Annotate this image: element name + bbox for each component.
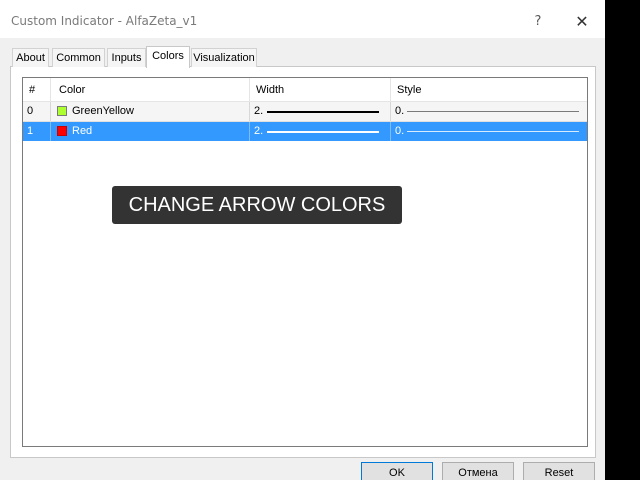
colors-table: # Color Width Style 0 GreenYellow 2. 0. …: [22, 77, 588, 447]
width-value[interactable]: 2.: [254, 122, 263, 141]
custom-indicator-dialog: Custom Indicator - AlfaZeta_v1 ? ✕ About…: [0, 0, 605, 480]
cell-divider: [249, 102, 250, 121]
cancel-button[interactable]: Отмена: [442, 462, 514, 480]
change-arrow-colors-banner: CHANGE ARROW COLORS: [112, 186, 402, 224]
style-value[interactable]: 0.: [395, 102, 404, 121]
style-value[interactable]: 0.: [395, 122, 404, 141]
width-value[interactable]: 2.: [254, 102, 263, 121]
tab-common[interactable]: Common: [52, 48, 105, 67]
tab-colors[interactable]: Colors: [146, 46, 190, 68]
reset-button[interactable]: Reset: [523, 462, 595, 480]
table-row[interactable]: 0 GreenYellow 2. 0.: [23, 102, 587, 122]
cell-divider: [50, 102, 51, 121]
ok-button[interactable]: OK: [361, 462, 433, 480]
cell-divider: [50, 122, 51, 141]
color-swatch[interactable]: [57, 126, 67, 136]
width-line-preview: [267, 111, 379, 113]
header-divider: [50, 78, 51, 101]
title-bar: Custom Indicator - AlfaZeta_v1 ? ✕: [0, 0, 605, 38]
table-row-selected[interactable]: 1 Red 2. 0.: [23, 122, 587, 141]
column-header-width[interactable]: Width: [250, 78, 390, 101]
cell-divider: [390, 122, 391, 141]
column-header-style[interactable]: Style: [391, 78, 587, 101]
tab-inputs[interactable]: Inputs: [107, 48, 146, 67]
column-header-color[interactable]: Color: [53, 78, 249, 101]
row-index: 1: [27, 125, 34, 137]
column-header-index[interactable]: #: [23, 78, 50, 101]
table-header: # Color Width Style: [23, 78, 587, 102]
color-swatch[interactable]: [57, 106, 67, 116]
cell-divider: [249, 122, 250, 141]
window-title: Custom Indicator - AlfaZeta_v1: [11, 14, 198, 28]
tab-about[interactable]: About: [12, 48, 49, 67]
close-button[interactable]: ✕: [572, 12, 592, 32]
row-index: 0: [27, 105, 34, 117]
cell-divider: [390, 102, 391, 121]
color-name[interactable]: Red: [72, 122, 92, 141]
style-line-preview: [407, 111, 579, 112]
width-line-preview: [267, 131, 379, 133]
color-name[interactable]: GreenYellow: [72, 102, 134, 121]
help-button[interactable]: ?: [528, 12, 548, 32]
style-line-preview: [407, 131, 579, 132]
tab-visualization[interactable]: Visualization: [191, 48, 257, 67]
